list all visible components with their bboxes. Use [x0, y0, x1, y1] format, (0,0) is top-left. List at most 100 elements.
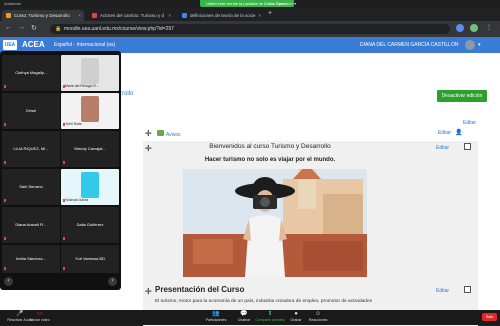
url-text: moodle.uea.uanl.edu.mx/course/view.php?i… [64, 26, 174, 32]
browser-menu-icon[interactable]: ⋮ [486, 24, 492, 31]
extension-icon[interactable] [456, 24, 464, 32]
participant-tile[interactable]: Diana Araceli Fl... [2, 207, 60, 243]
button-label: Chatear [237, 318, 251, 322]
window-title: Andarinin [4, 1, 21, 6]
pdf-favicon-icon [92, 13, 97, 18]
button-label: Iniciar video [30, 318, 50, 322]
completion-checkbox[interactable] [464, 143, 471, 150]
tab-label: Actores del cambio: Turismo y d [100, 13, 165, 18]
mic-muted-icon [63, 199, 65, 202]
mic-muted-icon [63, 237, 65, 240]
browser-tab-bar: Curso: Turismo y Desarrollo × Actores de… [0, 8, 500, 21]
participant-name: Yuri Vanessa BD [75, 256, 105, 261]
participant-name: Yolanda Garza [65, 198, 89, 202]
browser-address-bar: ← → ↻ 🔒 moodle.uea.uanl.edu.mx/course/vi… [0, 21, 500, 37]
edit-link[interactable]: Editar [436, 145, 449, 151]
back-icon[interactable]: ← [5, 24, 12, 31]
participant-tile[interactable]: Irelda Sánchez... [2, 245, 60, 273]
participant-name: Dalia Gutiérrez [76, 222, 104, 227]
presentation-text: El turismo, motor para la economía de un… [155, 299, 373, 304]
participant-tile[interactable]: Yuri Vanessa BD [61, 245, 119, 273]
user-icon: 👤 [455, 130, 463, 136]
moodle-favicon-icon [6, 13, 11, 18]
gallery-prev-button[interactable]: ‹ [4, 277, 13, 286]
site-logo[interactable]: UEA [3, 40, 17, 50]
close-tab-icon[interactable]: × [258, 10, 261, 21]
mic-muted-icon [4, 123, 6, 126]
browser-tab-curso[interactable]: Curso: Turismo y Desarrollo × [2, 10, 84, 21]
participant-video [81, 58, 99, 84]
avatar[interactable] [465, 40, 475, 50]
mic-muted-icon [4, 85, 6, 88]
participant-tile[interactable]: Grisel [2, 93, 60, 129]
gallery-next-button[interactable]: › [108, 277, 117, 286]
participant-tile[interactable]: Cinthya Magally... [2, 55, 60, 91]
participant-tile[interactable]: Maria del Refugio R... [61, 55, 119, 91]
profile-icon[interactable] [470, 24, 478, 32]
move-icon[interactable]: ✛ [145, 129, 152, 138]
chevron-down-icon[interactable]: ▾ [478, 42, 481, 48]
participant-tile[interactable]: Sairi Serrano [2, 169, 60, 205]
participant-name: Maria del Refugio R... [65, 84, 99, 88]
tab-label: Curso: Turismo y Desarrollo [14, 13, 70, 18]
google-favicon-icon [182, 13, 187, 18]
participant-name: Yireli Rolla [65, 122, 82, 126]
completion-checkbox[interactable] [464, 286, 471, 293]
lock-icon: 🔒 [55, 26, 62, 32]
zoom-toolbar: 🎤 Reactivar Audio ▭ Iniciar video 👥 Part… [0, 310, 500, 325]
reload-icon[interactable]: ↻ [31, 24, 37, 32]
view-options-button[interactable]: Ver Opciones ▾ [265, 0, 300, 7]
participant-tile[interactable]: LILIA RIQUEZ, MI... [2, 131, 60, 167]
new-tab-button[interactable]: + [268, 10, 272, 17]
mic-muted-icon [63, 267, 65, 270]
course-banner-image [183, 169, 367, 277]
zoom-top-banner: Andarinin Usted está viendo la pantalla … [0, 0, 500, 8]
mic-muted-icon [63, 161, 65, 164]
mic-muted-icon [4, 199, 6, 202]
camera-off-icon: ▭ [37, 311, 43, 317]
move-icon[interactable]: ✛ [145, 144, 152, 153]
participant-name: Irelda Sánchez... [15, 256, 47, 261]
edit-link[interactable]: Editar [436, 288, 449, 294]
participant-tile[interactable]: Dalia Gutiérrez [61, 207, 119, 243]
browser-tab-definiciones[interactable]: definiciones de teoría de la socie × [178, 10, 264, 21]
participant-name: Grisel [25, 108, 37, 113]
close-tab-icon[interactable]: × [78, 10, 81, 21]
forward-icon[interactable]: → [18, 24, 25, 31]
edit-link[interactable]: Editar [463, 120, 476, 126]
mic-muted-icon [4, 267, 6, 270]
edit-off-button[interactable]: Desactivar edición [437, 90, 487, 102]
reactions-button[interactable]: ☺ Reacciones [298, 311, 338, 322]
leave-meeting-button[interactable]: Salir [482, 313, 497, 321]
user-name[interactable]: DIANA DEL CARMEN GARCIA CASTILLON [360, 42, 458, 48]
move-icon[interactable]: ✛ [145, 287, 152, 296]
participant-video [81, 96, 99, 122]
mic-muted-icon [4, 237, 6, 240]
breadcrumb[interactable]: rrollo [120, 91, 133, 97]
tagline: Hacer turismo no solo es viajar por el m… [204, 157, 336, 163]
participant-name: LILIA RIQUEZ, MI... [13, 146, 49, 151]
browser-tab-actores[interactable]: Actores del cambio: Turismo y d × [88, 10, 174, 21]
avisos-link[interactable]: Avisos [166, 132, 181, 138]
button-label: Reacciones [308, 318, 328, 322]
edit-link[interactable]: Editar [438, 130, 451, 136]
zoom-gallery-panel: Cinthya Magally... Maria del Refugio R..… [0, 51, 121, 290]
participant-tile[interactable]: Yolanda Garza [61, 169, 119, 205]
site-brand[interactable]: ACEA [22, 40, 45, 49]
participant-name: Sairi Serrano [19, 184, 43, 189]
participant-video [81, 172, 99, 198]
close-tab-icon[interactable]: × [168, 10, 171, 21]
language-menu[interactable]: Español - Internacional (es) [54, 42, 115, 48]
mic-muted-icon [63, 123, 65, 126]
participant-name: Diana Araceli Fl... [15, 222, 47, 227]
mic-muted-icon [4, 161, 6, 164]
participant-name: Wendy Carvajal... [74, 146, 106, 151]
reactions-icon: ☺ [314, 311, 322, 317]
welcome-heading: Bienvenidos al curso Turismo y Desarroll… [209, 143, 331, 150]
participant-tile[interactable]: Yireli Rolla [61, 93, 119, 129]
url-field[interactable]: 🔒 moodle.uea.uanl.edu.mx/course/view.php… [50, 24, 450, 34]
forum-icon [157, 130, 164, 136]
participant-tile[interactable]: Wendy Carvajal... [61, 131, 119, 167]
start-video-button[interactable]: ▭ Iniciar video [20, 311, 60, 322]
mic-muted-icon [63, 85, 65, 88]
